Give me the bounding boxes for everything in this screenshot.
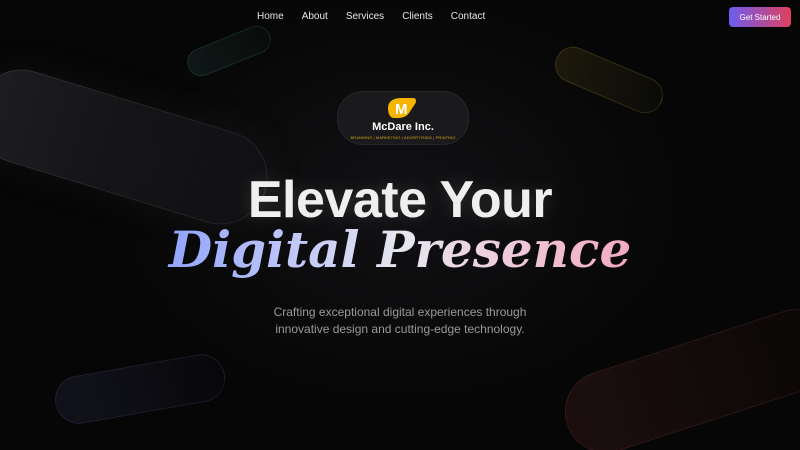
logo-mark-letter: M [395, 101, 408, 118]
logo-name: McDare Inc. [372, 121, 434, 133]
nav-link-clients[interactable]: Clients [402, 11, 433, 22]
hero-subtitle-line1: Crafting exceptional digital experiences… [273, 305, 527, 319]
nav-link-about[interactable]: About [302, 11, 328, 22]
hero-subtitle-line2: innovative design and cutting-edge techn… [275, 322, 525, 336]
main-nav: Home About Services Clients Contact [257, 11, 503, 22]
decorative-pill [51, 350, 229, 428]
nav-link-contact[interactable]: Contact [451, 11, 485, 22]
hero-page: Home About Services Clients Contact Get … [0, 0, 800, 450]
logo-tagline: BRANDING | MARKETING | ADVERTISING | PRI… [350, 135, 456, 140]
decorative-pill [182, 21, 276, 81]
get-started-button[interactable]: Get Started [729, 7, 791, 27]
nav-link-home[interactable]: Home [257, 11, 284, 22]
hero-subtitle: Crafting exceptional digital experiences… [0, 304, 800, 338]
hero-heading-line2: Digital Presence [0, 220, 800, 279]
decorative-pill [549, 41, 669, 119]
mcdare-logo-icon: M [388, 98, 417, 118]
logo[interactable]: M McDare Inc. BRANDING | MARKETING | ADV… [337, 91, 469, 145]
nav-link-services[interactable]: Services [346, 11, 384, 22]
